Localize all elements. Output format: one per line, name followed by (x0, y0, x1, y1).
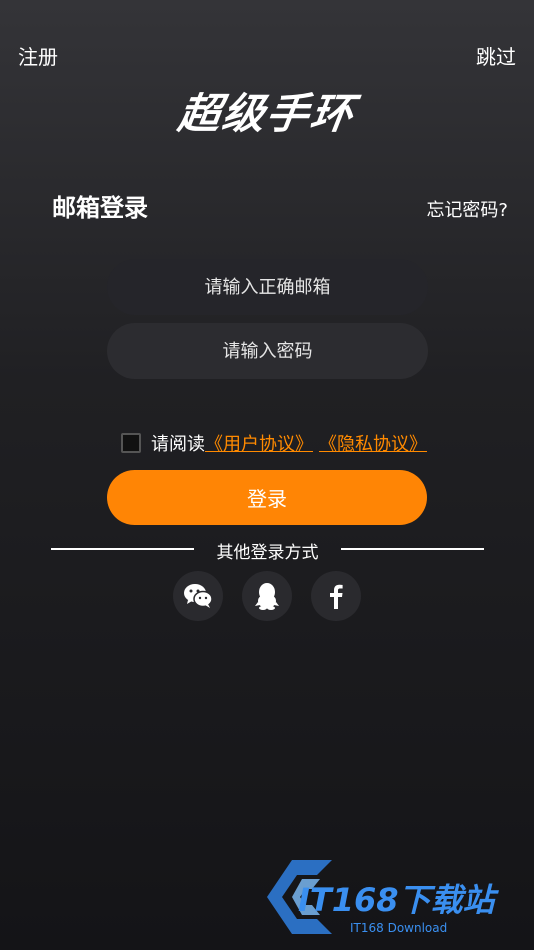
email-field-container (107, 258, 428, 316)
agreement-checkbox[interactable] (121, 433, 141, 453)
wechat-icon (184, 584, 213, 608)
app-logo: 超级手环 (175, 89, 359, 138)
skip-button[interactable]: 跳过 (476, 41, 516, 70)
register-button[interactable]: 注册 (18, 41, 58, 70)
page-title: 邮箱登录 (52, 194, 148, 222)
watermark: IT168下载站 IT168 Download (262, 855, 522, 940)
user-agreement-link[interactable]: 《用户协议》 (205, 430, 313, 456)
agreement-row: 请阅读 《用户协议》 《隐私协议》 (121, 430, 427, 456)
watermark-subtitle: IT168 Download (350, 921, 448, 935)
login-button[interactable]: 登录 (107, 470, 427, 525)
password-field[interactable] (107, 322, 428, 380)
qq-icon (255, 583, 279, 610)
facebook-icon (330, 584, 343, 609)
agreement-prefix: 请阅读 (151, 434, 205, 455)
email-field[interactable] (107, 258, 428, 316)
facebook-login-button[interactable] (311, 571, 361, 621)
forgot-password-link[interactable]: 忘记密码? (426, 196, 508, 222)
divider-line-right (341, 548, 484, 550)
password-field-container (107, 322, 428, 380)
privacy-policy-link[interactable]: 《隐私协议》 (319, 430, 427, 456)
wechat-login-button[interactable] (173, 571, 223, 621)
watermark-text: IT168下载站 (298, 881, 495, 919)
other-login-divider: 其他登录方式 (51, 538, 484, 563)
other-login-label: 其他登录方式 (216, 543, 319, 563)
qq-login-button[interactable] (242, 571, 292, 621)
